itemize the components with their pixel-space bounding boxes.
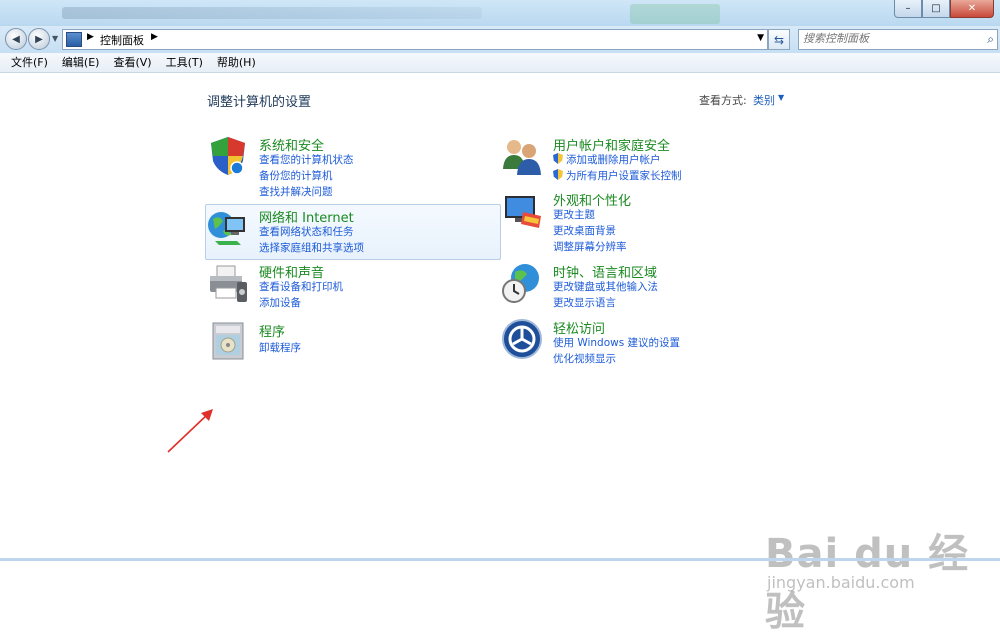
link-backup-computer[interactable]: 备份您的计算机 [259,168,333,183]
close-button[interactable]: ✕ [950,0,994,18]
refresh-icon: ⇆ [773,32,785,47]
shield-icon[interactable] [207,135,249,177]
ease-of-access-icon[interactable] [501,318,543,360]
link-devices-printers[interactable]: 查看设备和打印机 [259,279,343,294]
baidu-watermark: Bai du 经验 jingyan.baidu.com [765,521,1000,637]
link-uninstall-program[interactable]: 卸载程序 [259,340,301,355]
address-dropdown-icon[interactable]: ▼ [757,33,764,43]
refresh-button[interactable]: ⇆ [768,29,790,50]
view-by-dropdown[interactable]: 类别 [753,92,775,108]
watermark-url: jingyan.baidu.com [767,573,915,592]
link-network-status[interactable]: 查看网络状态和任务 [259,224,354,239]
background-window-ghost [62,7,482,19]
title-bar: – □ ✕ [0,0,1000,26]
window-controls: – □ ✕ [894,0,994,18]
view-by-label: 查看方式: [699,94,747,107]
menu-view[interactable]: 查看(V) [106,53,158,72]
link-troubleshoot[interactable]: 查找并解决问题 [259,184,333,199]
category-user-accounts: 用户帐户和家庭安全 添加或删除用户帐户 为所有用户设置家长控制 [501,135,791,182]
background-window-ghost [630,4,720,24]
page-title: 调整计算机的设置 [207,95,312,110]
breadcrumb-control-panel[interactable]: 控制面板 [100,32,144,48]
category-title[interactable]: 程序 [259,321,285,340]
menu-bar: 文件(F) 编辑(E) 查看(V) 工具(T) 帮助(H) [0,53,1000,73]
link-optimize-display[interactable]: 优化视频显示 [553,351,616,366]
users-icon[interactable] [501,135,543,177]
link-homegroup-sharing[interactable]: 选择家庭组和共享选项 [259,240,364,255]
clock-globe-icon[interactable] [501,262,543,304]
control-panel-icon [66,32,82,47]
link-change-keyboard-input[interactable]: 更改键盘或其他输入法 [553,279,658,294]
menu-tools[interactable]: 工具(T) [159,53,210,72]
link-change-desktop-background[interactable]: 更改桌面背景 [553,223,616,238]
maximize-button[interactable]: □ [922,0,950,18]
breadcrumb-separator-icon[interactable]: ▶ [151,32,158,42]
search-input[interactable] [799,30,985,47]
search-box[interactable]: ⌕ [798,29,998,50]
search-icon[interactable]: ⌕ [987,32,994,47]
monitor-palette-icon[interactable] [501,190,543,232]
category-programs: 程序 卸载程序 [207,321,497,365]
menu-file[interactable]: 文件(F) [0,53,55,72]
link-parental-controls[interactable]: 为所有用户设置家长控制 [553,168,682,183]
back-button[interactable]: ◀ [5,28,27,50]
link-view-computer-status[interactable]: 查看您的计算机状态 [259,152,354,167]
forward-button[interactable]: ▶ [28,28,50,50]
minimize-button[interactable]: – [894,0,922,18]
category-ease-of-access: 轻松访问 使用 Windows 建议的设置 优化视频显示 [501,318,791,365]
category-hardware-sound: 硬件和声音 查看设备和打印机 添加设备 [207,262,497,309]
chevron-down-icon[interactable]: ▼ [778,93,784,102]
navigation-bar: ◀ ▶ ▼ ▶ 控制面板 ▶ ▼ ⇆ ⌕ [0,26,1000,53]
link-add-device[interactable]: 添加设备 [259,295,301,310]
recent-pages-dropdown[interactable]: ▼ [52,34,58,43]
category-system-security: 系统和安全 查看您的计算机状态 备份您的计算机 查找并解决问题 [207,135,497,198]
uac-shield-icon [553,153,563,164]
link-change-theme[interactable]: 更改主题 [553,207,595,222]
link-windows-recommended-settings[interactable]: 使用 Windows 建议的设置 [553,335,680,350]
annotation-arrow-icon [167,409,213,453]
category-appearance: 外观和个性化 更改主题 更改桌面背景 调整屏幕分辨率 [501,190,791,253]
address-bar[interactable]: ▶ 控制面板 ▶ ▼ [62,29,768,50]
control-panel-content: 调整计算机的设置 查看方式: 类别 ▼ 系统和安全 查看您的计算机状态 备份您的… [0,73,1000,635]
programs-icon[interactable] [207,321,249,363]
category-clock-language-region: 时钟、语言和区域 更改键盘或其他输入法 更改显示语言 [501,262,791,309]
network-globe-icon[interactable] [207,207,249,249]
breadcrumb-separator-icon[interactable]: ▶ [87,32,94,42]
uac-shield-icon [553,169,563,180]
link-change-display-language[interactable]: 更改显示语言 [553,295,616,310]
category-network-internet: 网络和 Internet 查看网络状态和任务 选择家庭组和共享选项 [207,207,497,257]
link-adjust-resolution[interactable]: 调整屏幕分辨率 [553,239,627,254]
menu-edit[interactable]: 编辑(E) [55,53,107,72]
menu-help[interactable]: 帮助(H) [210,53,263,72]
link-add-remove-accounts[interactable]: 添加或删除用户帐户 [553,152,661,167]
printer-icon[interactable] [207,262,249,304]
